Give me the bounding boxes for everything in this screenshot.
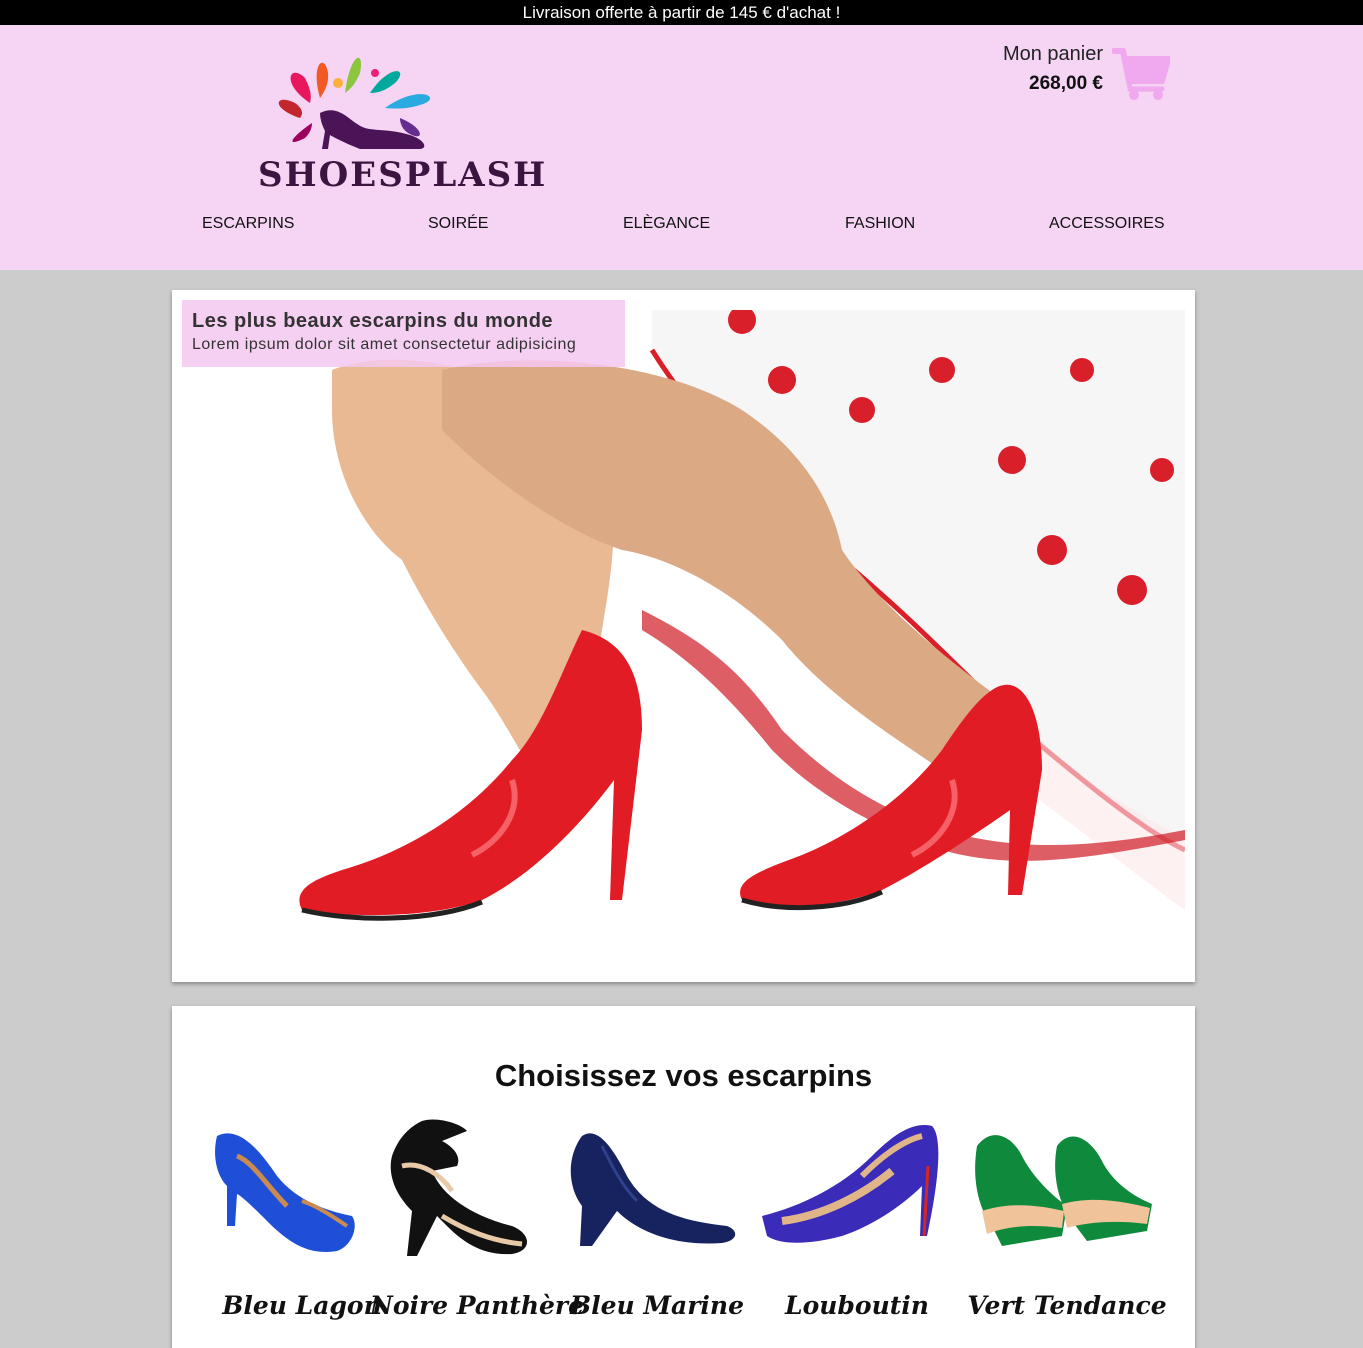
products-card: Choisissez vos escarpins Bleu Lagon Noir… <box>172 1006 1195 1348</box>
louboutin-heel-image <box>762 1125 939 1243</box>
hero-title: Les plus beaux escarpins du monde <box>192 310 554 332</box>
hero-image <box>182 310 1185 950</box>
cart-total: 268,00 € <box>1029 73 1103 94</box>
product-card-vert-tendance[interactable]: Vert Tendance <box>967 1116 1167 1336</box>
product-name: Louboutin <box>785 1291 929 1320</box>
main-nav: ESCARPINS SOIRÉE ELÈGANCE FASHION ACCESS… <box>0 215 1363 245</box>
hero-caption: Les plus beaux escarpins du monde Lorem … <box>182 300 625 367</box>
hero-subtitle: Lorem ipsum dolor sit amet consectetur a… <box>192 336 577 353</box>
cart-widget[interactable]: Mon panier 268,00 € <box>960 43 1175 107</box>
promo-banner: Livraison offerte à partir de 145 € d'ac… <box>0 0 1363 25</box>
black-heel-image <box>390 1119 527 1256</box>
red-heels-image <box>299 310 1185 921</box>
products-title: Choisissez vos escarpins <box>494 1058 873 1093</box>
cart-icon[interactable] <box>1112 47 1170 101</box>
promo-text: Livraison offerte à partir de 145 € d'ac… <box>522 3 841 22</box>
nav-item-accessoires[interactable]: ACCESSOIRES <box>1049 215 1165 233</box>
logo-splash-icon <box>278 57 431 149</box>
product-card-bleu-marine[interactable]: Bleu Marine <box>562 1116 752 1336</box>
nav-item-elegance[interactable]: ELÈGANCE <box>623 215 710 233</box>
product-name: Vert Tendance <box>967 1291 1167 1320</box>
nav-item-escarpins[interactable]: ESCARPINS <box>202 215 294 233</box>
cart-label: Mon panier <box>1002 43 1103 65</box>
nav-item-soiree[interactable]: SOIRÉE <box>428 215 488 233</box>
site-logo[interactable]: SHOESPLASH <box>250 43 548 203</box>
green-wedge-image <box>975 1135 1152 1246</box>
hero-card: Les plus beaux escarpins du monde Lorem … <box>172 290 1195 982</box>
logo-text: SHOESPLASH <box>258 155 548 195</box>
product-name: Bleu Marine <box>569 1291 745 1320</box>
blue-sandal-image <box>215 1133 355 1252</box>
site-header: SHOESPLASH Mon panier 268,00 € ESCARPINS… <box>0 25 1363 270</box>
product-card-louboutin[interactable]: Louboutin <box>762 1116 952 1336</box>
nav-item-fashion[interactable]: FASHION <box>845 215 915 233</box>
navy-pump-image <box>570 1133 736 1246</box>
